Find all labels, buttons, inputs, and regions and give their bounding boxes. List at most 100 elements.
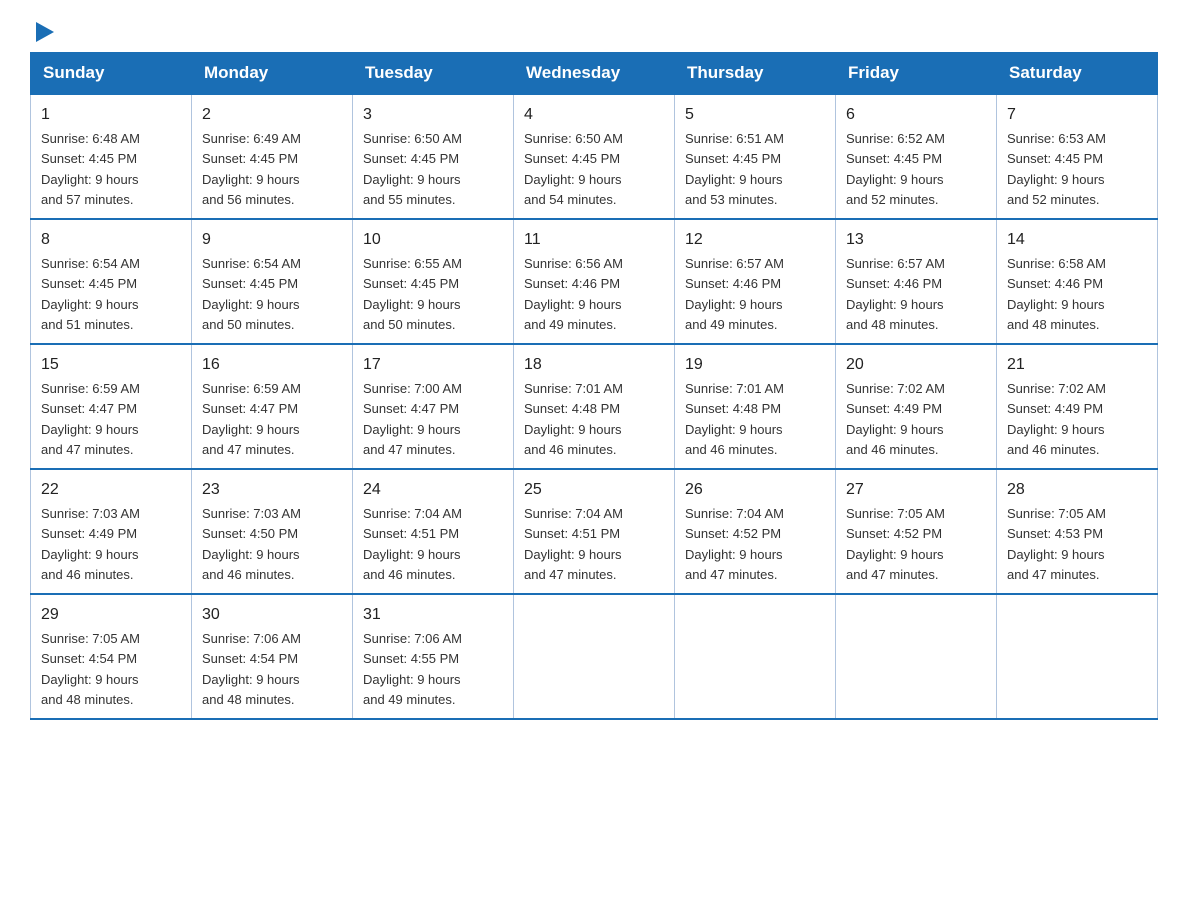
calendar-cell: 6 Sunrise: 6:52 AMSunset: 4:45 PMDayligh…: [836, 94, 997, 219]
day-number: 4: [524, 103, 664, 127]
calendar-cell: 9 Sunrise: 6:54 AMSunset: 4:45 PMDayligh…: [192, 219, 353, 344]
calendar-cell: 5 Sunrise: 6:51 AMSunset: 4:45 PMDayligh…: [675, 94, 836, 219]
day-number: 23: [202, 478, 342, 502]
day-number: 8: [41, 228, 181, 252]
day-info: Sunrise: 7:02 AMSunset: 4:49 PMDaylight:…: [846, 381, 945, 457]
day-of-week-friday: Friday: [836, 53, 997, 95]
day-info: Sunrise: 6:54 AMSunset: 4:45 PMDaylight:…: [41, 256, 140, 332]
day-info: Sunrise: 6:57 AMSunset: 4:46 PMDaylight:…: [846, 256, 945, 332]
day-info: Sunrise: 7:04 AMSunset: 4:51 PMDaylight:…: [524, 506, 623, 582]
day-number: 13: [846, 228, 986, 252]
day-info: Sunrise: 6:59 AMSunset: 4:47 PMDaylight:…: [202, 381, 301, 457]
calendar-cell: 8 Sunrise: 6:54 AMSunset: 4:45 PMDayligh…: [31, 219, 192, 344]
page-header: [30, 20, 1158, 42]
day-info: Sunrise: 7:05 AMSunset: 4:53 PMDaylight:…: [1007, 506, 1106, 582]
day-number: 14: [1007, 228, 1147, 252]
logo: [30, 20, 54, 42]
day-info: Sunrise: 6:50 AMSunset: 4:45 PMDaylight:…: [363, 131, 462, 207]
day-number: 7: [1007, 103, 1147, 127]
day-info: Sunrise: 6:56 AMSunset: 4:46 PMDaylight:…: [524, 256, 623, 332]
day-info: Sunrise: 6:49 AMSunset: 4:45 PMDaylight:…: [202, 131, 301, 207]
day-info: Sunrise: 6:52 AMSunset: 4:45 PMDaylight:…: [846, 131, 945, 207]
calendar-cell: 13 Sunrise: 6:57 AMSunset: 4:46 PMDaylig…: [836, 219, 997, 344]
day-info: Sunrise: 6:48 AMSunset: 4:45 PMDaylight:…: [41, 131, 140, 207]
day-info: Sunrise: 7:04 AMSunset: 4:52 PMDaylight:…: [685, 506, 784, 582]
calendar-cell: 11 Sunrise: 6:56 AMSunset: 4:46 PMDaylig…: [514, 219, 675, 344]
calendar-cell: 26 Sunrise: 7:04 AMSunset: 4:52 PMDaylig…: [675, 469, 836, 594]
calendar-cell: 12 Sunrise: 6:57 AMSunset: 4:46 PMDaylig…: [675, 219, 836, 344]
calendar-cell: 24 Sunrise: 7:04 AMSunset: 4:51 PMDaylig…: [353, 469, 514, 594]
day-number: 19: [685, 353, 825, 377]
calendar-week-4: 22 Sunrise: 7:03 AMSunset: 4:49 PMDaylig…: [31, 469, 1158, 594]
days-of-week-row: SundayMondayTuesdayWednesdayThursdayFrid…: [31, 53, 1158, 95]
day-info: Sunrise: 7:06 AMSunset: 4:54 PMDaylight:…: [202, 631, 301, 707]
logo-arrow-icon: [36, 22, 54, 42]
day-info: Sunrise: 7:02 AMSunset: 4:49 PMDaylight:…: [1007, 381, 1106, 457]
day-of-week-tuesday: Tuesday: [353, 53, 514, 95]
day-number: 3: [363, 103, 503, 127]
day-number: 24: [363, 478, 503, 502]
calendar-cell: 27 Sunrise: 7:05 AMSunset: 4:52 PMDaylig…: [836, 469, 997, 594]
calendar-cell: 29 Sunrise: 7:05 AMSunset: 4:54 PMDaylig…: [31, 594, 192, 719]
calendar-cell: 21 Sunrise: 7:02 AMSunset: 4:49 PMDaylig…: [997, 344, 1158, 469]
day-info: Sunrise: 7:05 AMSunset: 4:52 PMDaylight:…: [846, 506, 945, 582]
day-number: 16: [202, 353, 342, 377]
day-info: Sunrise: 6:58 AMSunset: 4:46 PMDaylight:…: [1007, 256, 1106, 332]
day-info: Sunrise: 7:03 AMSunset: 4:49 PMDaylight:…: [41, 506, 140, 582]
day-number: 11: [524, 228, 664, 252]
day-info: Sunrise: 7:00 AMSunset: 4:47 PMDaylight:…: [363, 381, 462, 457]
calendar-cell: [514, 594, 675, 719]
day-number: 1: [41, 103, 181, 127]
day-number: 25: [524, 478, 664, 502]
day-number: 27: [846, 478, 986, 502]
calendar-cell: 31 Sunrise: 7:06 AMSunset: 4:55 PMDaylig…: [353, 594, 514, 719]
day-number: 5: [685, 103, 825, 127]
day-info: Sunrise: 6:54 AMSunset: 4:45 PMDaylight:…: [202, 256, 301, 332]
calendar-week-3: 15 Sunrise: 6:59 AMSunset: 4:47 PMDaylig…: [31, 344, 1158, 469]
day-number: 29: [41, 603, 181, 627]
day-number: 10: [363, 228, 503, 252]
calendar-table: SundayMondayTuesdayWednesdayThursdayFrid…: [30, 52, 1158, 720]
calendar-cell: 17 Sunrise: 7:00 AMSunset: 4:47 PMDaylig…: [353, 344, 514, 469]
day-number: 22: [41, 478, 181, 502]
calendar-cell: [997, 594, 1158, 719]
calendar-cell: 2 Sunrise: 6:49 AMSunset: 4:45 PMDayligh…: [192, 94, 353, 219]
day-number: 20: [846, 353, 986, 377]
calendar-cell: 1 Sunrise: 6:48 AMSunset: 4:45 PMDayligh…: [31, 94, 192, 219]
calendar-cell: 3 Sunrise: 6:50 AMSunset: 4:45 PMDayligh…: [353, 94, 514, 219]
day-of-week-monday: Monday: [192, 53, 353, 95]
calendar-cell: 19 Sunrise: 7:01 AMSunset: 4:48 PMDaylig…: [675, 344, 836, 469]
calendar-body: 1 Sunrise: 6:48 AMSunset: 4:45 PMDayligh…: [31, 94, 1158, 719]
calendar-cell: [836, 594, 997, 719]
day-number: 2: [202, 103, 342, 127]
calendar-cell: 25 Sunrise: 7:04 AMSunset: 4:51 PMDaylig…: [514, 469, 675, 594]
day-number: 17: [363, 353, 503, 377]
day-of-week-thursday: Thursday: [675, 53, 836, 95]
calendar-cell: 10 Sunrise: 6:55 AMSunset: 4:45 PMDaylig…: [353, 219, 514, 344]
calendar-cell: 7 Sunrise: 6:53 AMSunset: 4:45 PMDayligh…: [997, 94, 1158, 219]
day-info: Sunrise: 6:51 AMSunset: 4:45 PMDaylight:…: [685, 131, 784, 207]
day-info: Sunrise: 7:05 AMSunset: 4:54 PMDaylight:…: [41, 631, 140, 707]
day-number: 28: [1007, 478, 1147, 502]
day-info: Sunrise: 6:50 AMSunset: 4:45 PMDaylight:…: [524, 131, 623, 207]
calendar-cell: 20 Sunrise: 7:02 AMSunset: 4:49 PMDaylig…: [836, 344, 997, 469]
calendar-cell: [675, 594, 836, 719]
day-info: Sunrise: 7:03 AMSunset: 4:50 PMDaylight:…: [202, 506, 301, 582]
day-info: Sunrise: 6:59 AMSunset: 4:47 PMDaylight:…: [41, 381, 140, 457]
calendar-cell: 23 Sunrise: 7:03 AMSunset: 4:50 PMDaylig…: [192, 469, 353, 594]
day-number: 15: [41, 353, 181, 377]
day-number: 18: [524, 353, 664, 377]
day-number: 21: [1007, 353, 1147, 377]
day-number: 31: [363, 603, 503, 627]
day-info: Sunrise: 7:06 AMSunset: 4:55 PMDaylight:…: [363, 631, 462, 707]
day-number: 9: [202, 228, 342, 252]
day-info: Sunrise: 7:01 AMSunset: 4:48 PMDaylight:…: [685, 381, 784, 457]
calendar-header: SundayMondayTuesdayWednesdayThursdayFrid…: [31, 53, 1158, 95]
day-info: Sunrise: 7:01 AMSunset: 4:48 PMDaylight:…: [524, 381, 623, 457]
calendar-week-2: 8 Sunrise: 6:54 AMSunset: 4:45 PMDayligh…: [31, 219, 1158, 344]
day-number: 12: [685, 228, 825, 252]
day-number: 30: [202, 603, 342, 627]
calendar-cell: 30 Sunrise: 7:06 AMSunset: 4:54 PMDaylig…: [192, 594, 353, 719]
day-info: Sunrise: 6:57 AMSunset: 4:46 PMDaylight:…: [685, 256, 784, 332]
day-info: Sunrise: 7:04 AMSunset: 4:51 PMDaylight:…: [363, 506, 462, 582]
